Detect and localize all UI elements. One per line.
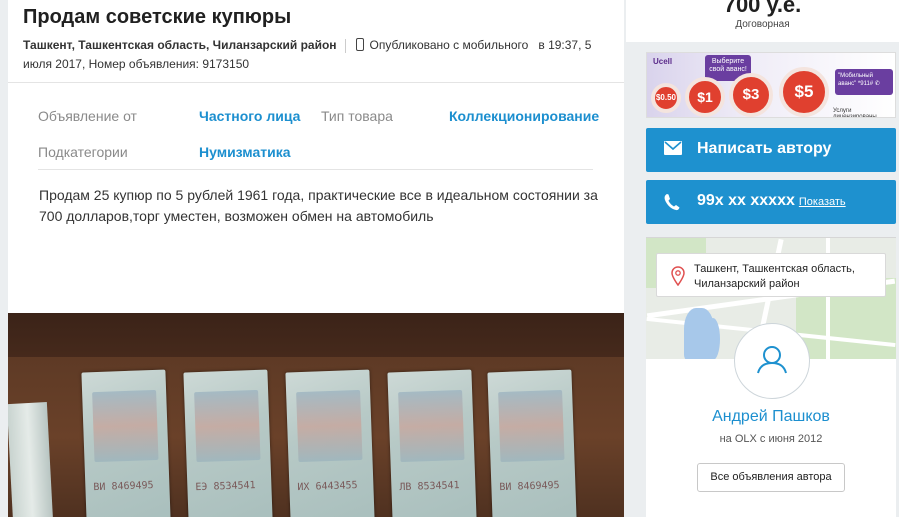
param-value-item-type[interactable]: Коллекционирование	[449, 108, 599, 124]
write-author-button[interactable]: Написать автору	[646, 128, 896, 172]
price-box: 700 у.е. Договорная	[626, 0, 899, 42]
map-pin-icon	[671, 266, 685, 291]
seller-card: Андрей Пашков на OLX с июня 2012 Все объ…	[646, 323, 896, 517]
listing-location: Ташкент, Ташкентская область, Чиланзарск…	[23, 38, 337, 52]
all-author-ads-button[interactable]: Все объявления автора	[697, 463, 845, 492]
photo-banknote: ЕЭ 8534541	[183, 369, 273, 517]
map-address: Ташкент, Ташкентская область, Чиланзарск…	[694, 263, 855, 290]
listing-title: Продам советские купюры	[23, 6, 292, 28]
published-time: в 19:37, 5	[538, 38, 592, 52]
write-author-label: Написать автору	[697, 140, 832, 157]
phone-button[interactable]: 99x xx xxxxx Показать	[646, 180, 896, 224]
envelope-icon	[664, 141, 682, 160]
param-label-item-type: Тип товара	[321, 108, 393, 124]
param-label-subcategory: Подкатегории	[38, 144, 128, 160]
published-mobile: Опубликовано с мобильного	[369, 38, 529, 52]
phone-icon	[664, 193, 680, 216]
photo-banknote-stack	[8, 402, 54, 517]
ad-brand-logo: Ucell	[653, 57, 673, 66]
ad-footer: Услуги лицензированы	[833, 108, 877, 118]
header-divider	[8, 82, 624, 83]
meta-separator	[344, 38, 346, 53]
params-divider	[38, 169, 593, 170]
seller-avatar[interactable]	[734, 323, 810, 399]
photo-banknote: ЛВ 8534541	[387, 369, 477, 517]
ad-amount-ring: $5	[779, 67, 829, 117]
show-phone-link[interactable]: Показать	[799, 196, 846, 208]
param-value-offer-from[interactable]: Частного лица	[199, 108, 300, 124]
photo-banknote: ИХ 6443455	[285, 369, 375, 517]
seller-name[interactable]: Андрей Пашков	[646, 408, 896, 426]
listing-meta: Ташкент, Ташкентская область, Чиланзарск…	[23, 36, 623, 74]
map-address-card: Ташкент, Ташкентская область, Чиланзарск…	[656, 253, 886, 297]
seller-since: на OLX с июня 2012	[719, 433, 823, 445]
listing-description: Продам 25 купюр по 5 рублей 1961 года, п…	[39, 187, 598, 224]
phone-masked: 99x xx xxxxx	[697, 192, 795, 209]
price-value: 700 у.е.	[723, 0, 802, 17]
ad-amount-ring: $3	[729, 73, 773, 117]
ad-amount-ring: $1	[685, 77, 725, 117]
param-label-offer-from: Объявление от	[38, 108, 137, 124]
listing-photo[interactable]: ВИ 8469495 ЕЭ 8534541 ИХ 6443455 ЛВ 8534…	[8, 313, 624, 517]
phone-number: 99x xx xxxxx Показать	[697, 192, 846, 210]
photo-banknote: ВИ 8469495	[487, 369, 577, 517]
param-value-subcategory[interactable]: Нумизматика	[199, 144, 291, 160]
user-icon	[757, 346, 787, 374]
ad-shortcode: "Мобильный аванс" *911# ✆	[835, 69, 893, 95]
photo-banknote: ВИ 8469495	[81, 369, 171, 517]
published-date-and-id: июля 2017, Номер объявления: 9173150	[23, 57, 250, 71]
price-negotiable: Договорная	[735, 19, 790, 30]
ad-banner[interactable]: Ucell Выберите свой аванс! $0.50 $1 $3 $…	[646, 52, 896, 118]
ad-amount-ring: $0.50	[651, 83, 681, 113]
mobile-phone-icon	[355, 38, 364, 52]
